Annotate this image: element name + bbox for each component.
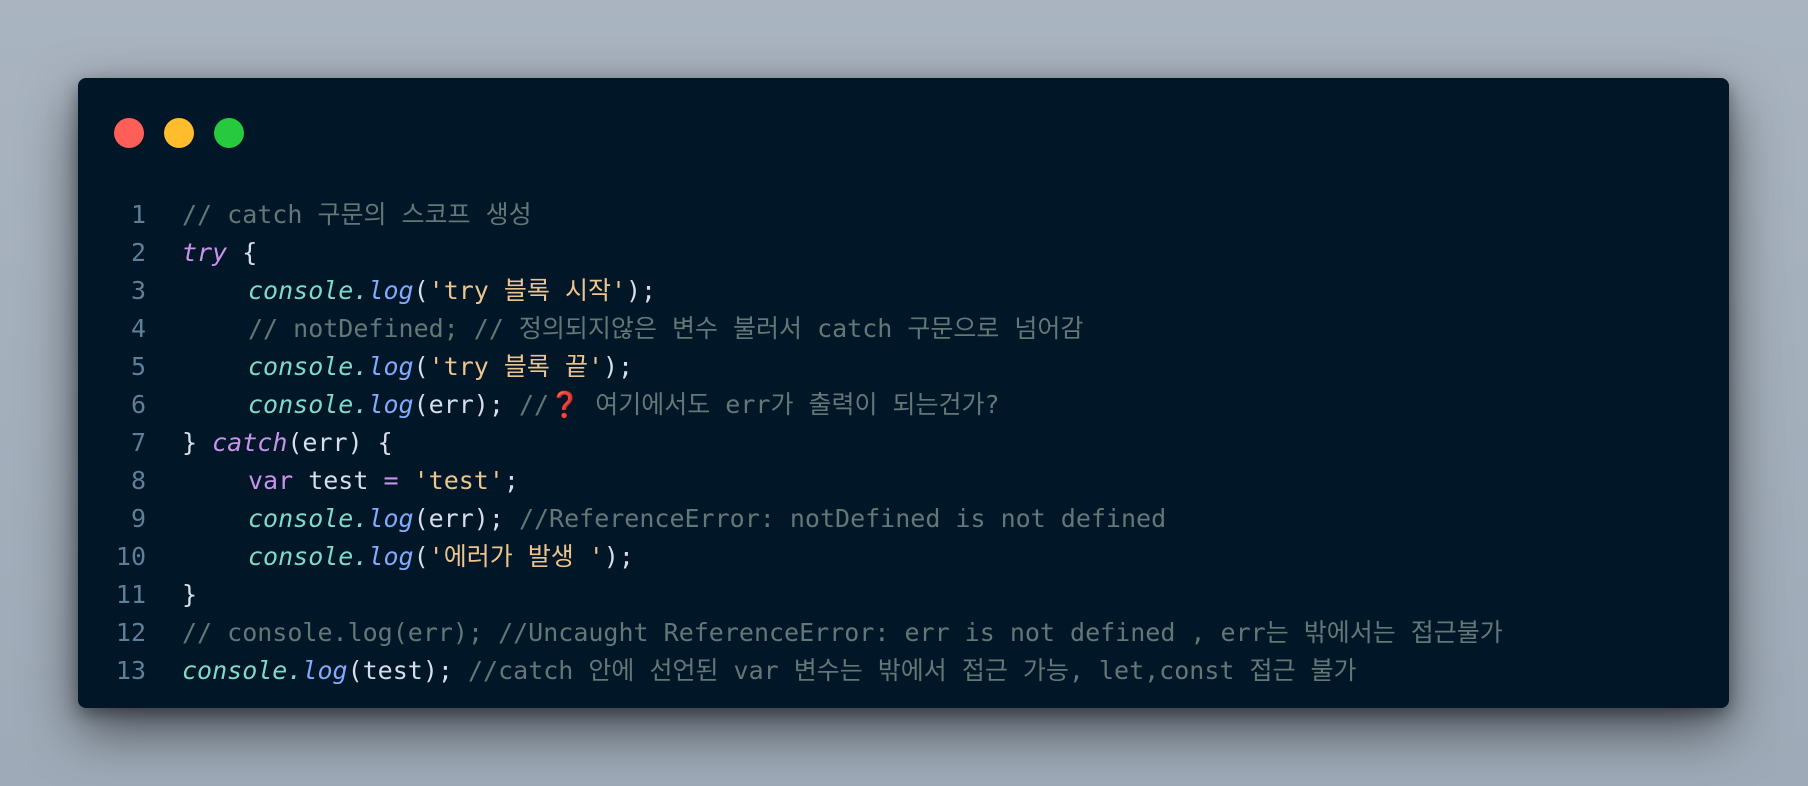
code-line: 7 } catch(err) { xyxy=(78,424,1729,462)
question-mark-emoji: ❓ xyxy=(549,390,581,419)
punctuation: ( xyxy=(413,352,429,381)
punctuation: (err) { xyxy=(287,428,393,457)
minimize-button[interactable] xyxy=(164,118,194,148)
line-number: 1 xyxy=(130,200,146,229)
code-line: 6 console.log(err); //❓ 여기에서도 err가 출력이 되… xyxy=(78,386,1729,424)
keyword: try xyxy=(182,238,228,267)
function-name: log xyxy=(368,352,414,381)
code-line: 11 } xyxy=(78,576,1729,614)
string-literal: 'try 블록 끝' xyxy=(428,352,603,381)
code-line: 10 console.log('에러가 발생 '); xyxy=(78,538,1729,576)
line-content: console.log('try 블록 시작'); xyxy=(146,272,656,310)
punctuation: (err); xyxy=(413,504,519,533)
code-line: 1 // catch 구문의 스코프 생성 xyxy=(78,196,1729,234)
line-content: var test = 'test'; xyxy=(146,462,519,500)
line-number: 4 xyxy=(130,314,146,343)
operator: = xyxy=(383,466,399,495)
line-number: 13 xyxy=(115,656,146,685)
line-number: 7 xyxy=(130,428,146,457)
code-line: 2 try { xyxy=(78,234,1729,272)
line-number: 2 xyxy=(130,238,146,267)
string-literal: 'try 블록 시작' xyxy=(428,276,626,305)
window-controls xyxy=(114,118,244,148)
line-content: } xyxy=(146,576,197,614)
comment: // catch 구문의 스코프 생성 xyxy=(182,200,532,229)
line-number: 8 xyxy=(130,466,146,495)
line-content: console.log(err); //ReferenceError: notD… xyxy=(146,500,1166,538)
punctuation: (test); xyxy=(347,656,468,685)
line-content: // notDefined; // 정의되지않은 변수 불러서 catch 구문… xyxy=(146,310,1083,348)
object-name: console xyxy=(248,504,354,533)
string-literal: 'test' xyxy=(413,466,504,495)
member-dot: . xyxy=(353,390,369,419)
member-dot: . xyxy=(353,504,369,533)
comment: // notDefined; // 정의되지않은 변수 불러서 catch 구문… xyxy=(248,314,1084,343)
punctuation: ); xyxy=(603,352,634,381)
code-block: 1 // catch 구문의 스코프 생성 2 try { 3 console.… xyxy=(78,196,1729,690)
string-literal: '에러가 발생 ' xyxy=(428,542,604,571)
line-number: 9 xyxy=(130,504,146,533)
code-line: 13 console.log(test); //catch 안에 선언된 var… xyxy=(78,652,1729,690)
object-name: console xyxy=(182,656,288,685)
line-number: 12 xyxy=(115,618,146,647)
code-window: 1 // catch 구문의 스코프 생성 2 try { 3 console.… xyxy=(78,78,1729,708)
line-number: 3 xyxy=(130,276,146,305)
maximize-button[interactable] xyxy=(214,118,244,148)
object-name: console xyxy=(248,390,354,419)
line-number: 10 xyxy=(115,542,146,571)
code-line: 8 var test = 'test'; xyxy=(78,462,1729,500)
member-dot: . xyxy=(353,276,369,305)
line-content: // catch 구문의 스코프 생성 xyxy=(146,196,532,234)
function-name: log xyxy=(368,276,414,305)
line-content: try { xyxy=(146,234,257,272)
line-content: console.log('try 블록 끝'); xyxy=(146,348,633,386)
punctuation: ); xyxy=(603,542,634,571)
member-dot: . xyxy=(353,352,369,381)
identifier: test xyxy=(293,466,384,495)
punctuation: ( xyxy=(413,276,429,305)
comment: //catch 안에 선언된 var 변수는 밖에서 접근 가능, let,co… xyxy=(468,656,1357,685)
punctuation: } xyxy=(182,428,213,457)
punctuation: { xyxy=(227,238,258,267)
line-content: } catch(err) { xyxy=(146,424,393,462)
comment: // console.log(err); //Uncaught Referenc… xyxy=(182,618,1503,647)
line-content: console.log('에러가 발생 '); xyxy=(146,538,634,576)
line-content: console.log(err); //❓ 여기에서도 err가 출력이 되는건… xyxy=(146,386,1000,424)
keyword: catch xyxy=(212,428,288,457)
line-content: // console.log(err); //Uncaught Referenc… xyxy=(146,614,1503,652)
object-name: console xyxy=(248,276,354,305)
member-dot: . xyxy=(287,656,303,685)
comment: //ReferenceError: notDefined is not defi… xyxy=(518,504,1167,533)
punctuation: ; xyxy=(503,466,519,495)
line-content: console.log(test); //catch 안에 선언된 var 변수… xyxy=(146,652,1357,690)
function-name: log xyxy=(368,390,414,419)
code-line: 3 console.log('try 블록 시작'); xyxy=(78,272,1729,310)
line-number: 11 xyxy=(115,580,146,609)
punctuation xyxy=(399,466,414,495)
object-name: console xyxy=(248,542,354,571)
comment: 여기에서도 err가 출력이 되는건가? xyxy=(580,390,1000,419)
line-number: 5 xyxy=(130,352,146,381)
function-name: log xyxy=(302,656,348,685)
code-line: 4 // notDefined; // 정의되지않은 변수 불러서 catch … xyxy=(78,310,1729,348)
keyword: var xyxy=(248,466,294,495)
member-dot: . xyxy=(353,542,369,571)
punctuation: ); xyxy=(626,276,657,305)
comment: // xyxy=(518,390,550,419)
close-button[interactable] xyxy=(114,118,144,148)
code-line: 5 console.log('try 블록 끝'); xyxy=(78,348,1729,386)
object-name: console xyxy=(248,352,354,381)
function-name: log xyxy=(368,542,414,571)
punctuation: } xyxy=(182,580,198,609)
punctuation: ( xyxy=(413,542,429,571)
punctuation: (err); xyxy=(413,390,519,419)
code-line: 12 // console.log(err); //Uncaught Refer… xyxy=(78,614,1729,652)
line-number: 6 xyxy=(130,390,146,419)
function-name: log xyxy=(368,504,414,533)
code-line: 9 console.log(err); //ReferenceError: no… xyxy=(78,500,1729,538)
